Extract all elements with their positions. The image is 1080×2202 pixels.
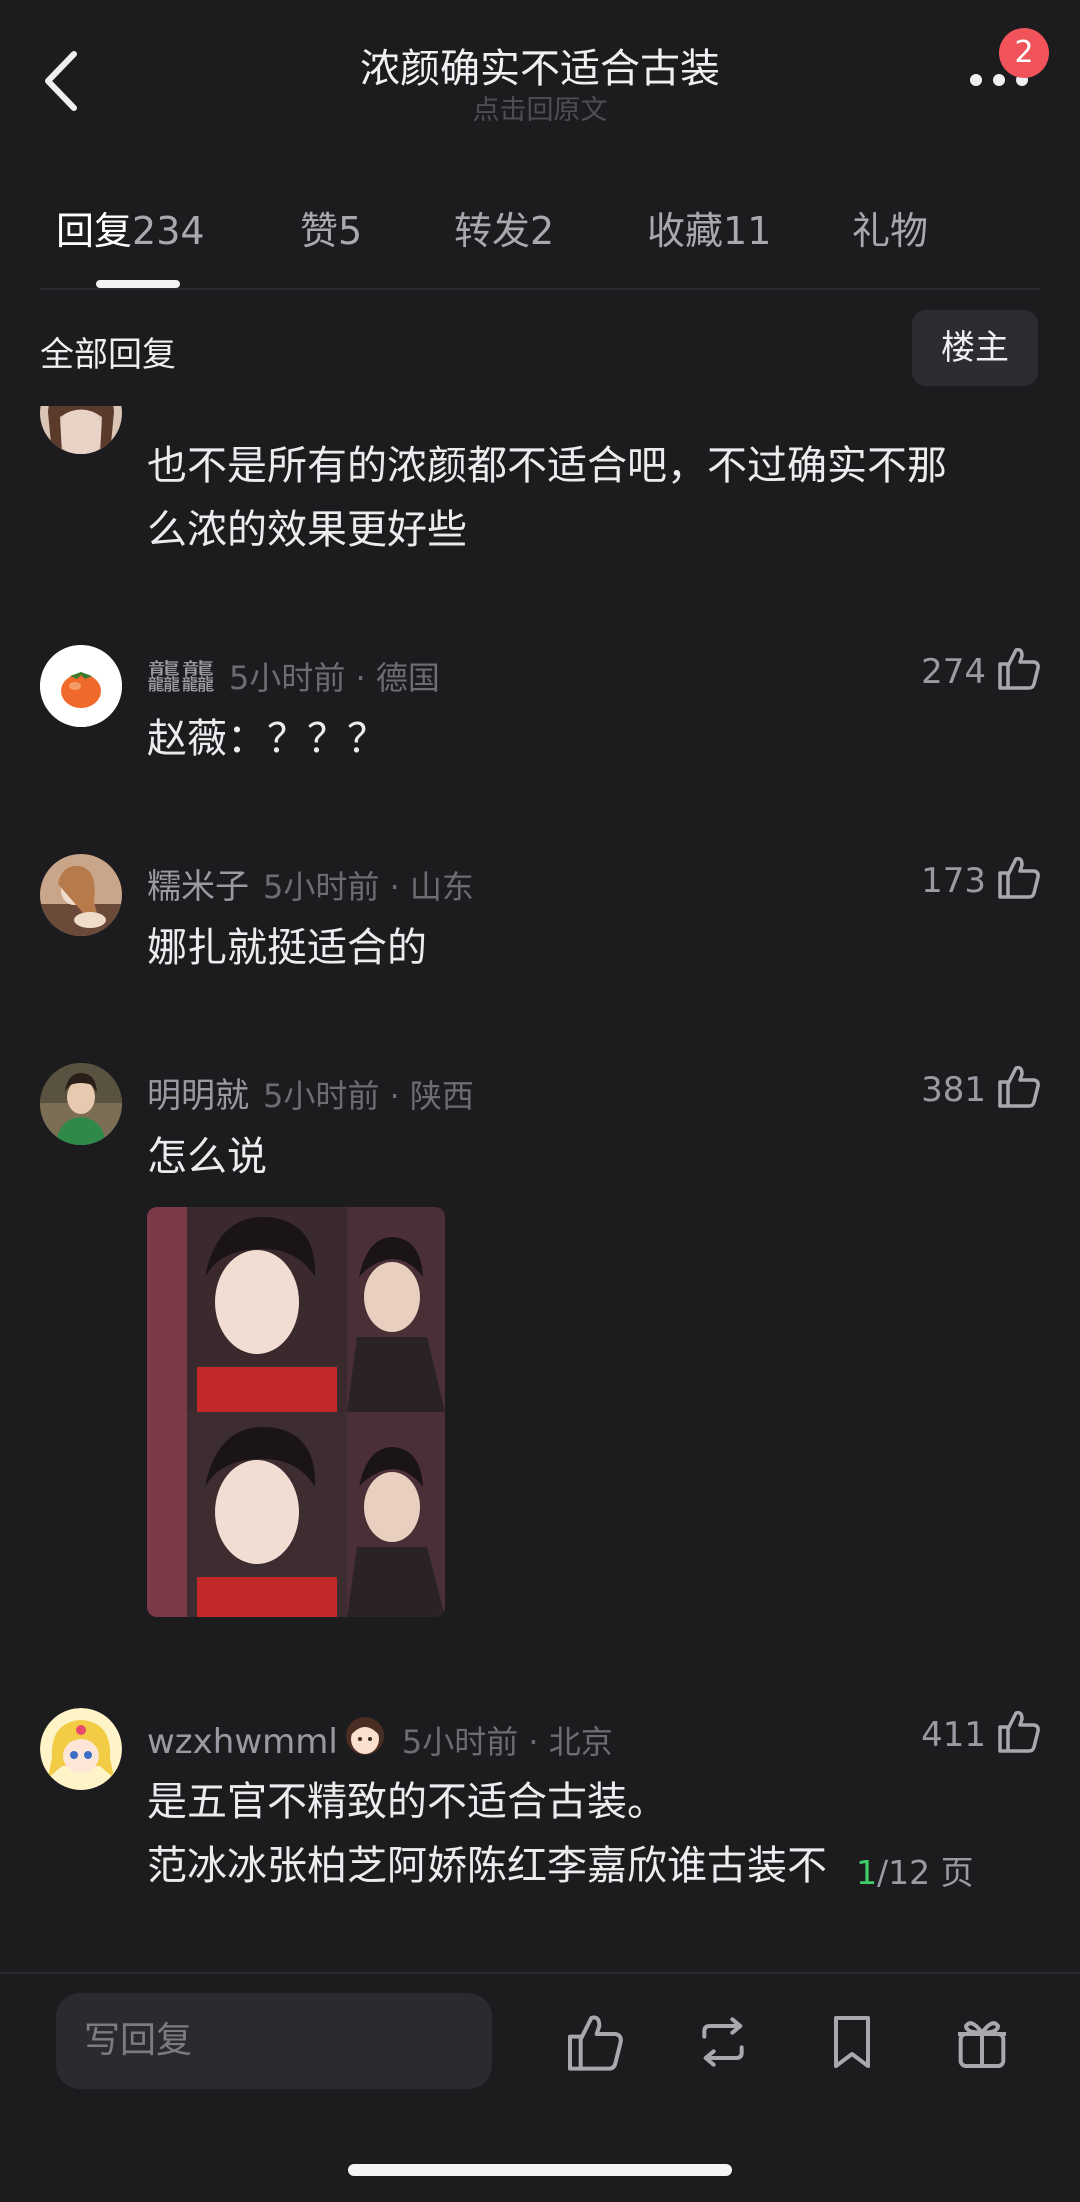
all-replies-label[interactable]: 全部回复 [40,327,176,376]
avatar[interactable] [40,406,122,454]
avatar-image [40,406,122,454]
username[interactable]: 龘龘 [147,658,215,698]
tab-label: 收藏 [647,209,724,253]
username[interactable]: wzxhwmml [147,1722,338,1762]
tab-bar: 回复234 赞5 转发2 收藏11 礼物 [0,190,1080,290]
comment-text: 赵薇：？？？ [147,716,387,762]
bookmark-icon [834,2016,870,2068]
reply-input[interactable]: 写回复 [56,1993,492,2089]
back-button[interactable] [36,46,96,116]
post-title: 浓颜确实不适合古装 [360,46,720,92]
comment-text: 怎么说 [147,1134,267,1180]
page-indicator[interactable]: 1/12 页 [856,1846,1056,1906]
thumbs-up-icon[interactable] [994,1707,1042,1755]
back-to-original-link[interactable]: 点击回原文 [340,88,740,127]
comment-meta: wzxhwmml 5小时前 · 北京 [147,1713,613,1768]
comment-meta: 龘龘 5小时前 · 德国 [147,650,440,699]
comment-text: 范冰冰张柏芝阿娇陈红李嘉欣谁古装不 [147,1843,827,1889]
thumbs-up-icon[interactable] [994,853,1042,901]
tab-label: 转发 [454,209,531,253]
tab-gifts[interactable]: 礼物 [852,200,928,255]
tab-label: 礼物 [852,209,929,253]
comment-text: 么浓的效果更好些 [147,507,467,553]
like-count: 173 [921,861,986,901]
active-tab-indicator [96,280,180,288]
tab-count: 2 [530,209,555,253]
thumbs-up-icon [568,2015,623,2071]
time-location: 5小时前 · 德国 [229,659,440,697]
comment-text: 也不是所有的浓颜都不适合吧，不过确实不那 [147,443,947,489]
more-dot [993,74,1005,86]
avatar-image [40,1708,122,1790]
home-indicator [348,2164,732,2176]
chevron-left-icon [45,51,77,111]
girl-emoji-icon [342,1713,388,1768]
comment-text: 是五官不精致的不适合古装。 [147,1779,667,1825]
favorite-button[interactable] [820,2010,884,2074]
time-location: 5小时前 · 山东 [263,868,474,906]
gift-button[interactable] [950,2010,1014,2074]
comment-image[interactable] [147,1207,445,1617]
tab-favorites[interactable]: 收藏11 [647,200,771,255]
comment-meta: 糯米子 5小时前 · 山东 [147,859,474,908]
avatar-image [40,854,122,936]
repost-button[interactable] [691,2010,755,2074]
like-count: 381 [921,1070,986,1110]
tab-label: 回复 [56,209,133,253]
avatar[interactable] [40,1708,122,1790]
avatar-image [40,1063,122,1145]
tab-replies[interactable]: 回复234 [56,200,205,255]
thumbs-up-icon[interactable] [994,644,1042,692]
avatar[interactable] [40,854,122,936]
comment-text: 娜扎就挺适合的 [147,925,427,971]
gift-icon [958,2021,1006,2068]
like-count: 411 [921,1715,986,1755]
persimmon-avatar-icon [40,645,122,727]
drama-still-image [147,1207,445,1617]
more-icon [970,74,982,86]
tab-divider [40,288,1040,290]
tab-count: 234 [132,209,205,253]
tab-reposts[interactable]: 转发2 [454,200,554,255]
bottom-divider [0,1972,1080,1974]
avatar[interactable] [40,1063,122,1145]
total-pages: /12 页 [877,1853,974,1892]
current-page: 1 [856,1853,877,1892]
tab-likes[interactable]: 赞5 [300,200,362,255]
tab-label: 赞 [300,209,339,253]
notification-badge: 2 [999,28,1049,78]
avatar[interactable] [40,645,122,727]
repost-icon [702,2017,744,2067]
like-count: 274 [921,652,986,692]
op-only-button[interactable]: 楼主 [912,310,1038,386]
time-location: 5小时前 · 北京 [401,1723,613,1761]
tab-count: 5 [338,209,363,253]
username[interactable]: 明明就 [147,1076,249,1116]
tab-count: 11 [723,209,772,253]
time-location: 5小时前 · 陕西 [263,1077,474,1115]
comment-meta: 明明就 5小时前 · 陕西 [147,1068,474,1117]
like-button[interactable] [562,2010,626,2074]
username[interactable]: 糯米子 [147,867,249,907]
thumbs-up-icon[interactable] [994,1062,1042,1110]
